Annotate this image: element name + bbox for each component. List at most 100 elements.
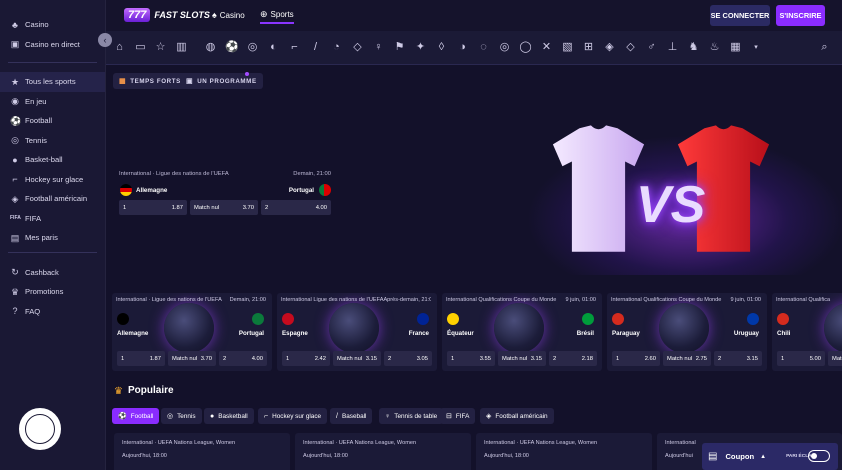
ski-icon[interactable]: ▦: [729, 41, 742, 54]
match-card[interactable]: International · Ligue des nations de l'U…: [112, 293, 272, 371]
popular-match-card[interactable]: International · UEFA Nations League, Wom…: [476, 433, 652, 470]
home-team: Chili: [777, 330, 791, 337]
match-card[interactable]: International Ligue des nations de l'UEF…: [277, 293, 437, 371]
tab-highlights[interactable]: ▦ TEMPS FORTS: [113, 73, 187, 89]
sidebar-item-american-football[interactable]: ◈ Football américain: [0, 189, 105, 209]
hero-banner[interactable]: VS International · Ligue des nations de …: [106, 95, 842, 290]
main-content: ▦ TEMPS FORTS ▣ UN PROGRAMME VS Internatio…: [106, 65, 842, 470]
hero-match[interactable]: International · Ligue des nations de l'U…: [119, 171, 331, 215]
odd-home[interactable]: 1 2.42: [282, 351, 330, 366]
match-card[interactable]: International Qualifications Coupe du Mo…: [607, 293, 767, 371]
sidebar-item-live-casino[interactable]: ▣ Casino en direct: [0, 35, 105, 55]
odd-home[interactable]: 1 3.55: [447, 351, 495, 366]
odd-draw[interactable]: Match nul 3.70: [190, 200, 258, 215]
odd-away[interactable]: 2 3.05: [384, 351, 432, 366]
aussie-rules-icon[interactable]: ◇: [624, 41, 637, 54]
sidebar-item-cashback[interactable]: ↻ Cashback: [0, 263, 105, 283]
odd-away[interactable]: 2 4.00: [219, 351, 267, 366]
basketball-icon[interactable]: ◐: [267, 41, 280, 54]
table-tennis-icon[interactable]: ♀: [372, 41, 385, 54]
sidebar-item-basketball[interactable]: ● Basket-ball: [0, 150, 105, 170]
american-football-icon[interactable]: ◈: [603, 41, 616, 54]
boxing-icon[interactable]: ▧: [561, 41, 574, 54]
sidebar-item-football[interactable]: ⚽ Football: [0, 111, 105, 131]
chess-icon[interactable]: ♞: [687, 41, 700, 54]
tab-football[interactable]: ⚽ Football: [112, 408, 160, 424]
cricket-icon[interactable]: ◌: [477, 41, 490, 54]
sidebar-item-my-bets[interactable]: ▤ Mes paris: [0, 228, 105, 248]
darts-icon[interactable]: ◎: [498, 41, 511, 54]
badminton-icon[interactable]: ✕: [540, 41, 553, 54]
register-button[interactable]: S'INSCRIRE: [776, 5, 825, 26]
tab-program[interactable]: ▣ UN PROGRAMME: [180, 73, 263, 89]
coupon-bar[interactable]: ▤ Coupon ▲ PARI ÉCLAIR: [702, 443, 838, 470]
esports-icon[interactable]: ◊: [435, 41, 448, 54]
chevron-down-icon[interactable]: ▾: [751, 41, 761, 54]
handball-icon[interactable]: ◑: [456, 41, 469, 54]
athletics-icon[interactable]: ✦: [414, 41, 427, 54]
divider: [8, 62, 97, 63]
match-card[interactable]: International Qualifications Coupe du Mo…: [442, 293, 602, 371]
american-football-icon: ◈: [486, 413, 492, 420]
match-card[interactable]: International Qualifica Chili 15.00Match: [772, 293, 842, 371]
sidebar-item-promotions[interactable]: ♛ Promotions: [0, 282, 105, 302]
sidebar-item-hockey[interactable]: ⌐ Hockey sur glace: [0, 170, 105, 190]
quick-bet-toggle[interactable]: [808, 450, 830, 462]
nav-sports[interactable]: ⊕ Sports: [260, 6, 294, 24]
rugby-icon[interactable]: ◇: [351, 41, 364, 54]
odd-away[interactable]: 2 3.15: [714, 351, 762, 366]
motorsport-icon[interactable]: ⊥: [666, 41, 679, 54]
odd-away[interactable]: 2 4.00: [261, 200, 331, 215]
odd-home[interactable]: 1 5.00: [777, 351, 825, 366]
live-tv-icon[interactable]: ▭: [134, 41, 147, 54]
odd-home[interactable]: 1 1.87: [119, 200, 187, 215]
home-icon[interactable]: ⌂: [113, 41, 126, 54]
tab-table-tennis[interactable]: ♀ Tennis de table: [379, 408, 444, 424]
mma-icon[interactable]: ⊞: [582, 41, 595, 54]
logo-number: 777: [124, 8, 151, 22]
odd-draw[interactable]: Match nul 2.75: [663, 351, 711, 366]
odd-home[interactable]: 1 1.87: [117, 351, 165, 366]
book-of-bonus-badge[interactable]: [16, 405, 64, 453]
odd-draw[interactable]: Match nul 3.15: [498, 351, 546, 366]
tab-american-football[interactable]: ◈ Football américain: [480, 408, 554, 424]
tab-fifa[interactable]: ⊟ FIFA: [440, 408, 476, 424]
sidebar-item-live[interactable]: ◉ En jeu: [0, 92, 105, 112]
popular-match-card[interactable]: International · UEFA Nations League, Wom…: [114, 433, 290, 470]
bowling-icon[interactable]: ♨: [708, 41, 721, 54]
hockey-icon[interactable]: ⌐: [288, 41, 301, 54]
card-league: International Qualifications Coupe du Mo…: [611, 297, 722, 303]
tennis-icon[interactable]: ◎: [246, 41, 259, 54]
baseball-icon[interactable]: /: [309, 41, 322, 54]
search-icon[interactable]: ⌕: [818, 41, 831, 54]
odd-draw[interactable]: Match: [828, 351, 842, 366]
nav-casino[interactable]: ♠ Casino: [212, 6, 245, 24]
cycling-icon[interactable]: ♂: [645, 41, 658, 54]
golf-icon[interactable]: ⚑: [393, 41, 406, 54]
popular-match-card[interactable]: International · UEFA Nations League, Wom…: [295, 433, 471, 470]
logo[interactable]: 777 FAST SLOTS: [124, 5, 210, 25]
home-team: Équateur: [447, 330, 474, 337]
sidebar-item-faq[interactable]: ? FAQ: [0, 302, 105, 322]
tab-tennis[interactable]: ◎ Tennis: [161, 408, 202, 424]
coupon-list-icon[interactable]: ▥: [175, 41, 188, 54]
odd-draw[interactable]: Match nul 3.70: [168, 351, 216, 366]
odd-away[interactable]: 2 2.18: [549, 351, 597, 366]
tab-basketball[interactable]: ● Basketball: [204, 408, 254, 424]
login-button[interactable]: SE CONNECTER: [710, 5, 770, 26]
sidebar-item-all-sports[interactable]: ★ Tous les sports: [0, 72, 105, 92]
odd-draw[interactable]: Match nul 3.15: [333, 351, 381, 366]
snooker-icon[interactable]: ◯: [519, 41, 532, 54]
collapse-sidebar-button[interactable]: ‹: [98, 33, 112, 47]
sidebar-item-tennis[interactable]: ◎ Tennis: [0, 131, 105, 151]
sidebar-item-casino[interactable]: ♣ Casino: [0, 15, 105, 35]
sidebar-item-fifa[interactable]: FIFA FIFA: [0, 209, 105, 229]
globe-icon[interactable]: ◍: [204, 41, 217, 54]
football-icon[interactable]: ⚽: [225, 41, 239, 54]
tab-baseball[interactable]: / Baseball: [330, 408, 373, 424]
star-icon[interactable]: ☆: [154, 41, 167, 54]
tennis-icon: ◎: [11, 135, 19, 146]
volleyball-icon[interactable]: ◔: [330, 41, 343, 54]
odd-home[interactable]: 1 2.60: [612, 351, 660, 366]
tab-hockey[interactable]: ⌐ Hockey sur glace: [258, 408, 328, 424]
